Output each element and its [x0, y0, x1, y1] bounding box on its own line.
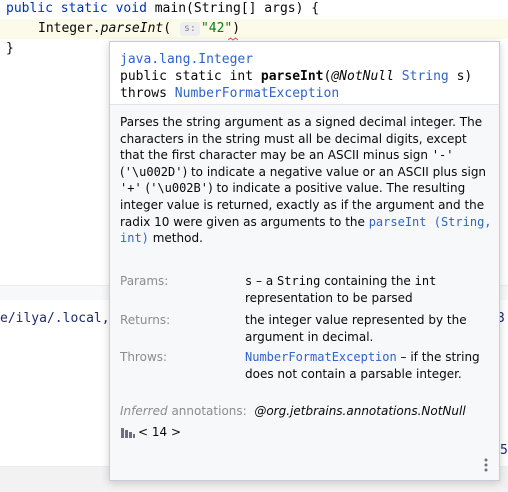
doc-params-label: Params:: [120, 274, 169, 288]
parameter-hint: s:: [179, 22, 200, 36]
signature-modifiers: public static int: [120, 69, 261, 84]
doc-signature-line: public static int parseInt(@NotNull Stri…: [120, 68, 472, 85]
doc-params-value: s – a String containing the int represen…: [245, 274, 437, 305]
vertical-ellipsis-icon[interactable]: [483, 457, 489, 473]
doc-definition-section: java.lang.Integer public static int pars…: [110, 42, 499, 104]
method-call[interactable]: parseInt: [101, 21, 164, 36]
signature-annotation: @NotNull: [331, 69, 394, 84]
doc-throws-value: NumberFormatException – if the string do…: [245, 350, 480, 381]
doc-separator: [110, 104, 499, 105]
doc-jdk-version[interactable]: < 14 >: [120, 425, 181, 439]
terminal-path-text: e/ilya/.local,: [0, 311, 110, 326]
close-paren: ): [232, 21, 241, 36]
quick-documentation-popup[interactable]: java.lang.Integer public static int pars…: [109, 41, 500, 481]
doc-inferred-annotations: Inferred annotations: @org.jetbrains.ann…: [120, 404, 466, 418]
method-declaration: main(String[] args) {: [146, 1, 320, 16]
signature-method-name: parseInt: [260, 69, 324, 84]
terminal-output-fragment-2: 5: [500, 443, 508, 458]
string-literal: "42": [200, 21, 233, 36]
code-line-2[interactable]: Integer.parseInt( s: "42"): [38, 20, 240, 38]
keyword-static: static: [60, 1, 108, 16]
keyword-public: public: [6, 1, 53, 16]
doc-throws-label: Throws:: [120, 350, 168, 364]
open-paren: (: [163, 21, 172, 36]
doc-class-link[interactable]: java.lang.Integer: [120, 51, 253, 68]
jdk-version-label: < 14 >: [138, 425, 182, 439]
doc-throws-exception-link[interactable]: NumberFormatException: [245, 350, 397, 364]
doc-throws-line: throws NumberFormatException: [120, 85, 339, 102]
signature-exception-link[interactable]: NumberFormatException: [175, 86, 339, 101]
class-reference: Integer.: [38, 21, 101, 36]
doc-returns-value: the integer value represented by the arg…: [245, 313, 467, 344]
signature-param-type-link[interactable]: String: [402, 69, 449, 84]
signature-param-name: s): [448, 69, 473, 84]
doc-returns-label: Returns:: [120, 313, 171, 327]
library-bars-icon: [121, 428, 135, 438]
doc-description: Parses the string argument as a signed d…: [120, 115, 492, 246]
keyword-void: void: [115, 1, 147, 16]
code-line-1[interactable]: public static void main(String[] args) {: [6, 0, 319, 18]
signature-throws: throws: [120, 86, 175, 101]
code-line-3[interactable]: }: [6, 40, 14, 58]
